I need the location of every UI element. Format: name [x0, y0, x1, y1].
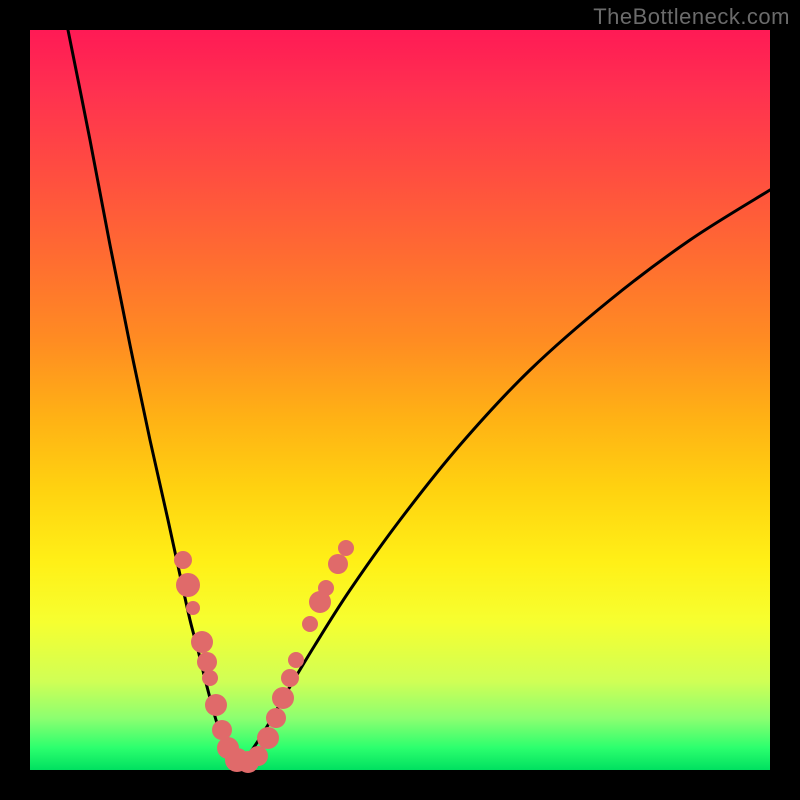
scatter-dot [288, 652, 304, 668]
chart-frame: TheBottleneck.com [0, 0, 800, 800]
scatter-dot [191, 631, 213, 653]
watermark-text: TheBottleneck.com [593, 4, 790, 30]
curves-svg [30, 30, 770, 770]
scatter-dot [281, 669, 299, 687]
scatter-dot [266, 708, 286, 728]
scatter-dot [318, 580, 334, 596]
scatter-dot [205, 694, 227, 716]
scatter-dots [174, 540, 354, 773]
scatter-dot [212, 720, 232, 740]
scatter-dot [174, 551, 192, 569]
scatter-dot [186, 601, 200, 615]
scatter-dot [338, 540, 354, 556]
scatter-dot [272, 687, 294, 709]
left-branch-curve [68, 30, 240, 765]
scatter-dot [197, 652, 217, 672]
scatter-dot [257, 727, 279, 749]
right-branch-curve [240, 190, 770, 765]
scatter-dot [248, 746, 268, 766]
plot-area [30, 30, 770, 770]
scatter-dot [202, 670, 218, 686]
scatter-dot [302, 616, 318, 632]
scatter-dot [328, 554, 348, 574]
scatter-dot [176, 573, 200, 597]
